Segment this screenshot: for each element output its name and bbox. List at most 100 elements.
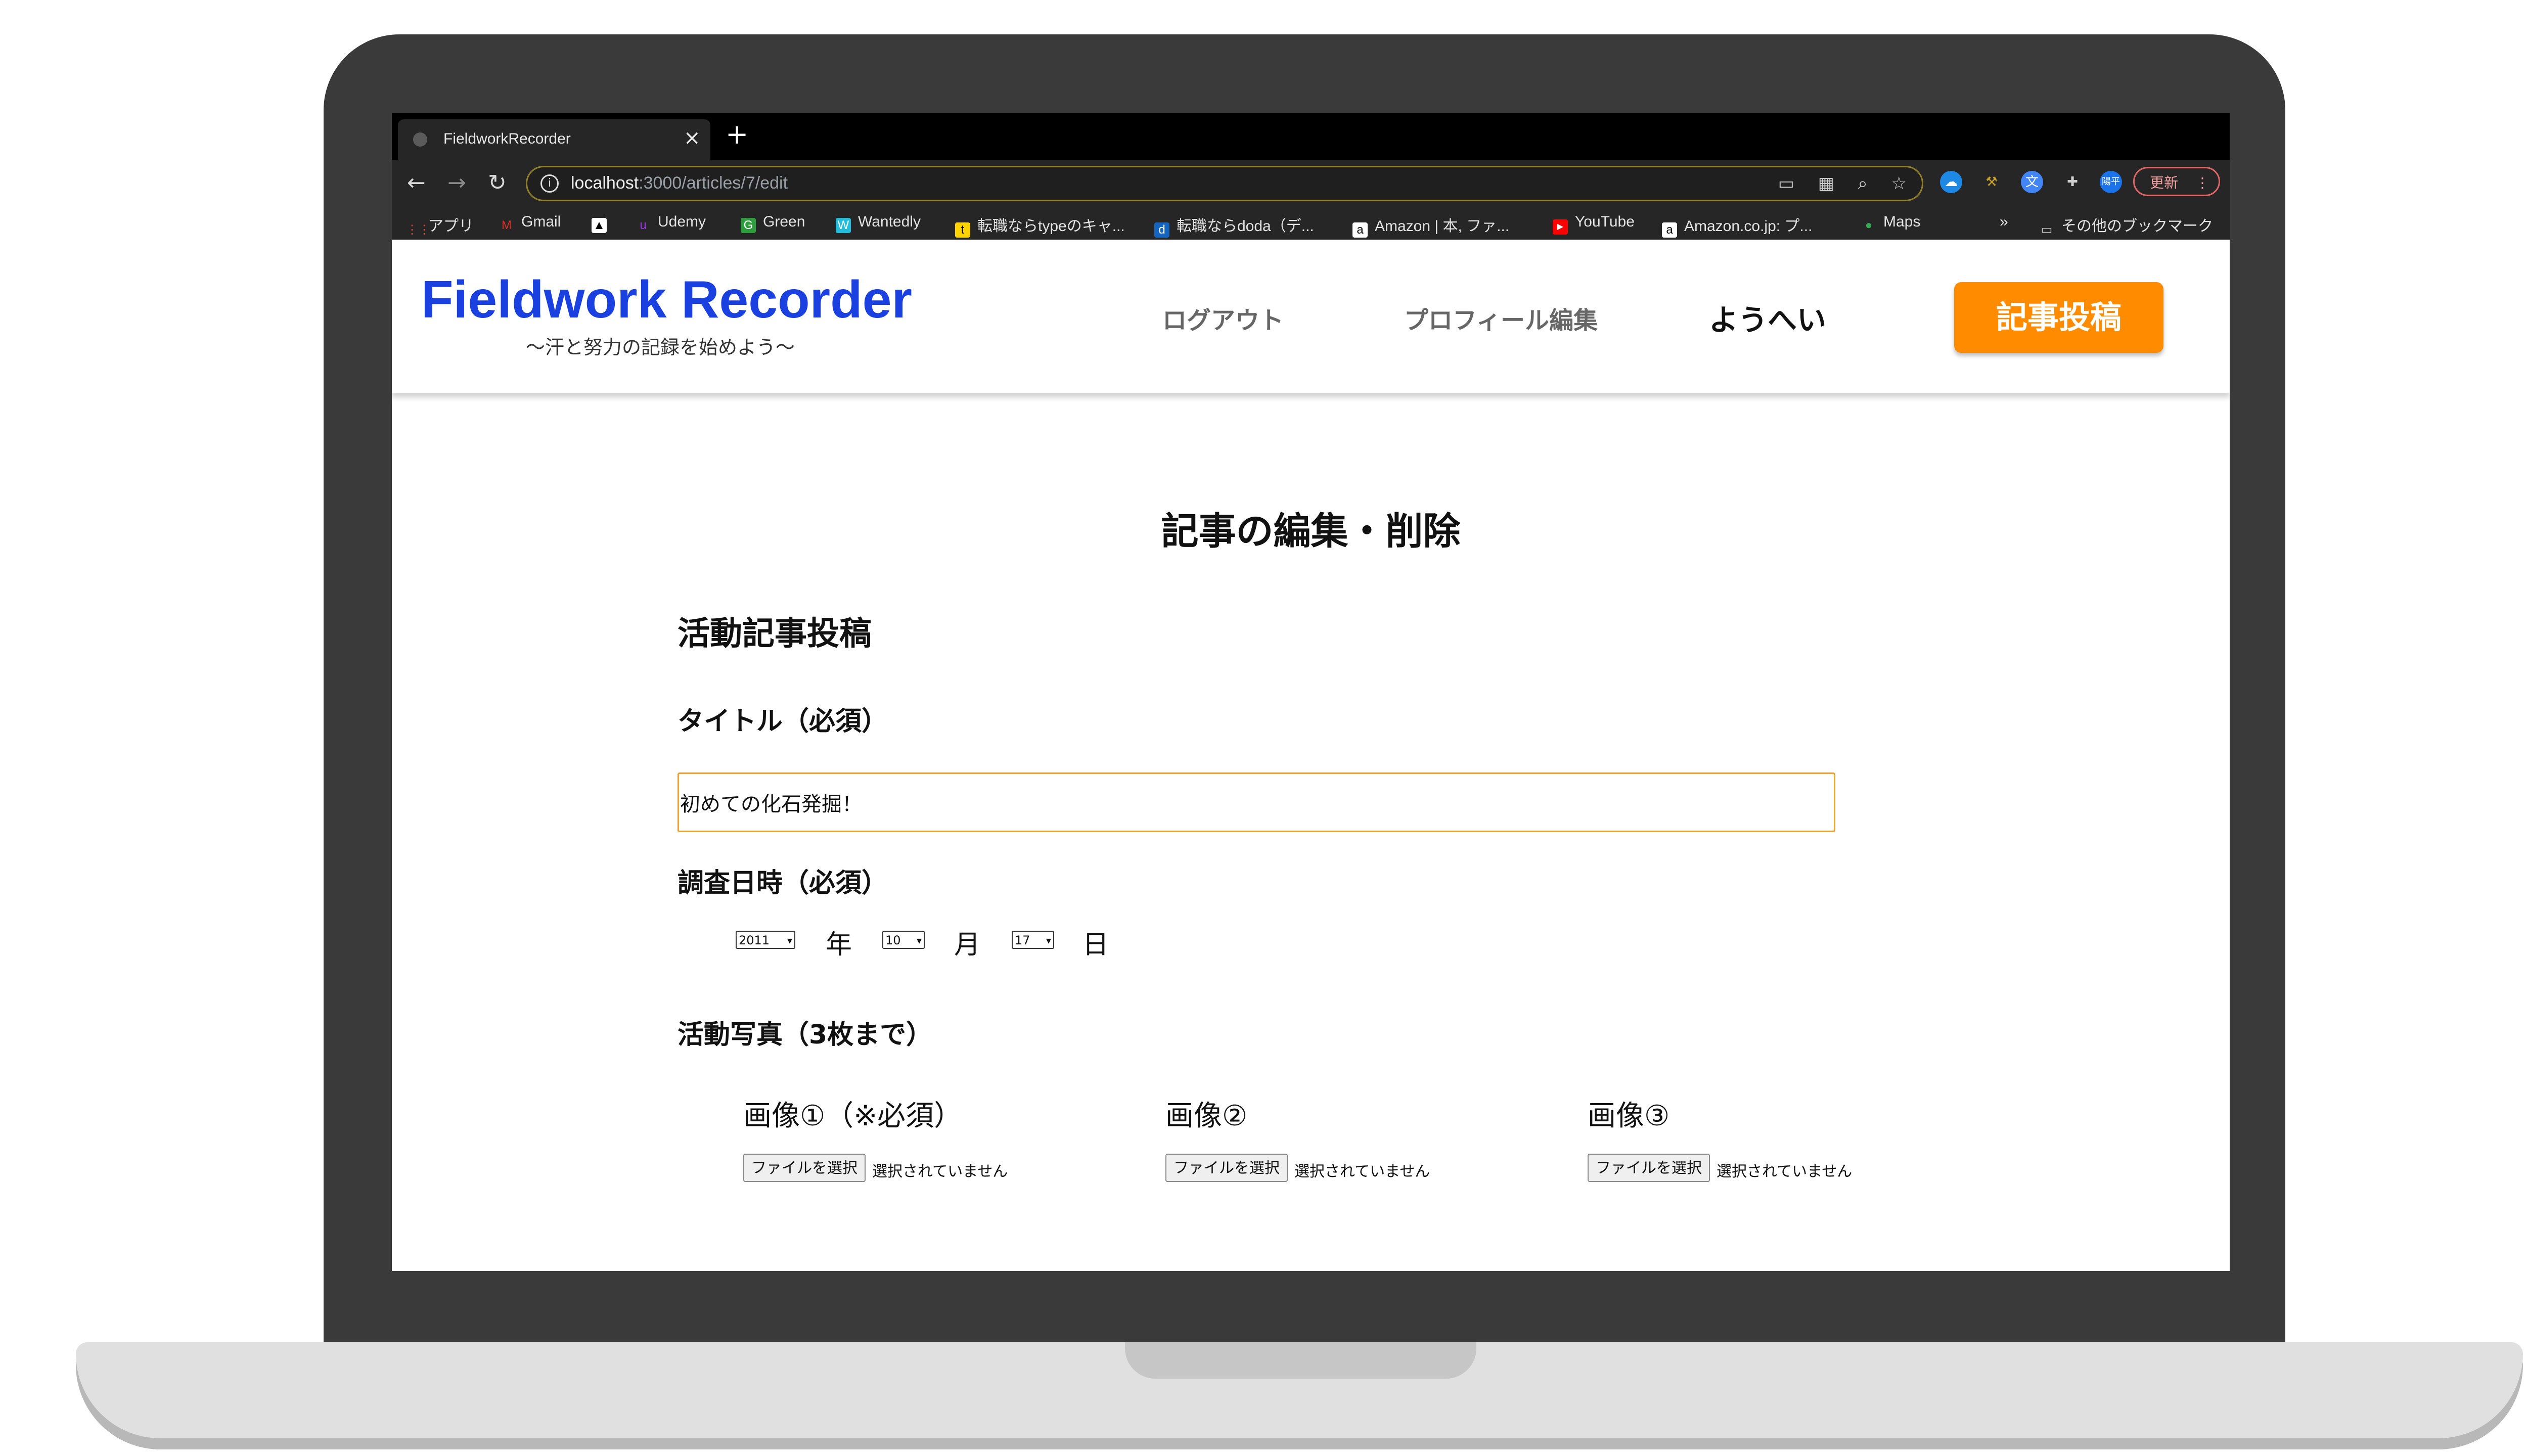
folder-icon: ▭ — [2041, 223, 2053, 237]
title-label: タイトル（必須） — [678, 706, 888, 737]
bookmark-label: Green — [763, 213, 805, 230]
url-path: :3000/articles/7/edit — [639, 173, 788, 193]
bookmark-maps[interactable]: ● Maps — [1861, 213, 1921, 233]
day-unit: 日 — [1082, 930, 1109, 960]
site-header: Fieldwork Recorder 〜汗と努力の記録を始めよう〜 ログアウト … — [392, 240, 2230, 393]
apps-grid-icon: ⋮⋮ — [406, 223, 430, 237]
wantedly-icon: W — [836, 218, 851, 233]
month-unit: 月 — [954, 930, 981, 960]
page-title: 記事の編集・削除 — [1161, 510, 1461, 553]
photo-label: 活動写真（3枚まで） — [678, 1020, 933, 1050]
tab-title: FieldworkRecorder — [443, 130, 571, 147]
omnibox-icons: ▭ ▦ ⌕ ☆ — [1760, 173, 1907, 194]
bookmark-label: Gmail — [521, 213, 561, 230]
amazon-icon: a — [1352, 222, 1368, 238]
section-title: 活動記事投稿 — [678, 615, 872, 653]
bookmark-youtube[interactable]: ▶ YouTube — [1553, 213, 1635, 235]
bookmark-label: Wantedly — [858, 213, 921, 230]
image-3-label: 画像③ — [1588, 1100, 1670, 1132]
youtube-icon: ▶ — [1553, 219, 1568, 235]
maps-icon: ● — [1865, 218, 1873, 232]
atcoder-icon: ▲ — [592, 218, 607, 233]
laptop-screen: FieldworkRecorder × + ← → ↻ i localhost:… — [392, 113, 2230, 1271]
bookmark-label: YouTube — [1575, 213, 1635, 230]
puzzle-extensions-icon[interactable]: ✚ — [2061, 171, 2084, 193]
logout-link[interactable]: ログアウト — [1162, 300, 1284, 336]
chevron-down-icon: ▾ — [787, 934, 792, 946]
chevron-down-icon: ▾ — [916, 934, 922, 946]
update-button[interactable]: 更新 ⋮ — [2133, 167, 2220, 196]
title-input[interactable] — [678, 772, 1835, 832]
bookmark-label: Amazon | 本, ファ... — [1375, 218, 1510, 235]
info-icon[interactable]: i — [540, 174, 559, 193]
date-label: 調査日時（必須） — [678, 868, 888, 898]
bookmark-label: Amazon.co.jp: プ... — [1684, 218, 1813, 235]
gmail-icon: M — [502, 218, 512, 232]
new-tab-icon[interactable]: + — [726, 118, 748, 150]
green-icon: G — [741, 218, 756, 233]
cloud-extension-icon[interactable]: ☁ — [1940, 171, 1962, 193]
more-menu-icon[interactable]: ⋮ — [2195, 168, 2209, 198]
image-2-label: 画像② — [1165, 1100, 1248, 1132]
site-logo[interactable]: Fieldwork Recorder — [421, 270, 912, 330]
bookmark-atcoder[interactable]: ▲ — [592, 213, 614, 233]
zoom-icon[interactable]: ⌕ — [1858, 173, 1868, 194]
image-3-file-status: 選択されていません — [1717, 1163, 1853, 1180]
other-bookmarks[interactable]: ▭ その他のブックマーク — [2039, 213, 2213, 238]
url-text[interactable]: localhost:3000/articles/7/edit — [571, 173, 788, 193]
browser-tab-bar: FieldworkRecorder × + — [392, 113, 2230, 160]
bookmark-wantedly[interactable]: W Wantedly — [836, 213, 921, 233]
image-1-label: 画像①（※必須） — [743, 1100, 963, 1132]
bookmark-label: Udemy — [658, 213, 706, 230]
browser-toolbar: ← → ↻ i localhost:3000/articles/7/edit ▭… — [392, 160, 2230, 205]
amazon-icon: a — [1662, 222, 1677, 238]
day-select[interactable]: 17 ▾ — [1012, 931, 1054, 949]
bookmark-udemy[interactable]: u Udemy — [636, 213, 706, 233]
translate-extension-icon[interactable]: 文 — [2021, 171, 2043, 193]
star-icon[interactable]: ☆ — [1891, 173, 1907, 194]
year-value: 2011 — [739, 933, 770, 947]
reload-icon[interactable]: ↻ — [488, 170, 507, 196]
other-bookmarks-label: その他のブックマーク — [2061, 218, 2213, 235]
post-article-button[interactable]: 記事投稿 — [1954, 282, 2163, 353]
image-2-file-button[interactable]: ファイルを選択 — [1165, 1154, 1288, 1182]
day-value: 17 — [1015, 933, 1030, 947]
bookmark-amazon-jp[interactable]: a Amazon.co.jp: プ... — [1662, 213, 1812, 238]
chevron-down-icon: ▾ — [1046, 934, 1051, 946]
year-select[interactable]: 2011 ▾ — [736, 931, 795, 949]
bookmark-label: Maps — [1883, 213, 1921, 230]
bookmark-type[interactable]: t 転職ならtypeのキャ... — [955, 213, 1125, 238]
forward-icon[interactable]: → — [447, 170, 466, 196]
year-unit: 年 — [826, 930, 852, 960]
bookmark-label: 転職ならtypeのキャ... — [977, 218, 1125, 235]
close-tab-icon[interactable]: × — [684, 126, 701, 150]
browser-tab[interactable]: FieldworkRecorder × — [398, 119, 710, 160]
globe-icon — [413, 132, 427, 147]
bookmarks-overflow-icon[interactable]: » — [2000, 213, 2008, 231]
back-icon[interactable]: ← — [407, 170, 426, 196]
bookmark-green[interactable]: G Green — [741, 213, 805, 233]
address-bar[interactable]: i localhost:3000/articles/7/edit ▭ ▦ ⌕ ☆ — [526, 166, 1923, 201]
month-value: 10 — [885, 933, 901, 947]
bookmark-apps[interactable]: ⋮⋮アプリ — [406, 213, 474, 238]
bookmarks-bar: ⋮⋮アプリ M Gmail ▲ u Udemy G Green W Wantedly t… — [392, 205, 2230, 240]
udemy-icon: u — [640, 218, 647, 232]
tools-extension-icon[interactable]: ⚒ — [1980, 171, 2003, 193]
type-icon: t — [955, 222, 970, 238]
update-label: 更新 — [2150, 174, 2179, 191]
bookmark-amazon[interactable]: a Amazon | 本, ファ... — [1352, 213, 1509, 238]
image-1-file-button[interactable]: ファイルを選択 — [743, 1154, 866, 1182]
laptop-notch — [1125, 1342, 1476, 1379]
cast-icon[interactable]: ▭ — [1778, 173, 1794, 194]
qr-icon[interactable]: ▦ — [1818, 173, 1834, 194]
image-3-file-button[interactable]: ファイルを選択 — [1588, 1154, 1710, 1182]
profile-avatar[interactable]: 陽平 — [2100, 171, 2122, 193]
bookmark-label: 転職ならdoda（デ... — [1177, 218, 1314, 235]
url-host: localhost — [571, 173, 639, 193]
bookmark-doda[interactable]: d 転職ならdoda（デ... — [1154, 213, 1314, 238]
bookmark-gmail[interactable]: M Gmail — [499, 213, 561, 233]
web-page: Fieldwork Recorder 〜汗と努力の記録を始めよう〜 ログアウト … — [392, 240, 2230, 1271]
profile-edit-link[interactable]: プロフィール編集 — [1404, 300, 1598, 336]
site-tagline: 〜汗と努力の記録を始めよう〜 — [526, 336, 795, 358]
month-select[interactable]: 10 ▾ — [882, 931, 925, 949]
